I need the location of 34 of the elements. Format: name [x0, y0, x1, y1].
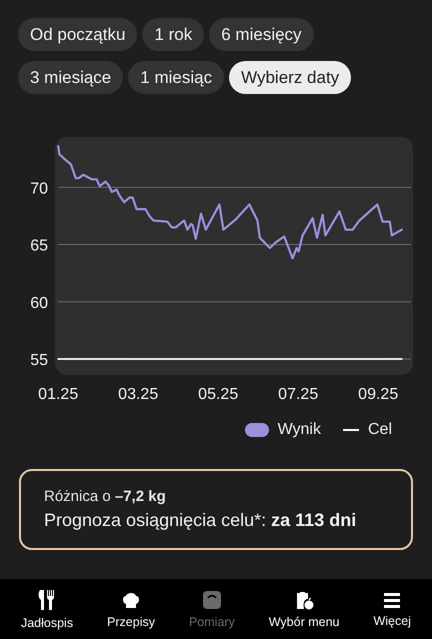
- x-tick-label: 07.25: [278, 386, 318, 403]
- nav-item[interactable]: Jadłospis: [20, 588, 74, 630]
- y-tick-label: 60: [30, 294, 48, 312]
- legend-label: Cel: [368, 421, 392, 439]
- x-tick-label: 09.25: [358, 386, 398, 403]
- filter-chip[interactable]: Od początku: [18, 18, 138, 51]
- filter-chip[interactable]: 6 miesięcy: [209, 18, 314, 51]
- menu-icon: [383, 590, 402, 608]
- y-tick-label: 55: [30, 352, 48, 369]
- scale-icon: [202, 590, 222, 610]
- difference-text: Różnica o –7,2 kg: [44, 488, 167, 505]
- nav-label: Pomiary: [188, 614, 235, 628]
- nav-label: Więcej: [373, 614, 411, 628]
- cutlery-icon: [38, 588, 56, 610]
- legend-label: Wynik: [278, 421, 321, 439]
- forecast-text: Prognoza osiągnięcia celu*: za 113 dni: [44, 510, 358, 531]
- x-tick-label: 03.25: [118, 386, 158, 403]
- nav-item[interactable]: Przepisy: [107, 590, 155, 628]
- filter-chip[interactable]: 3 miesiące: [18, 61, 124, 94]
- nav-label: Wybór menu: [268, 614, 340, 628]
- legend-swatch: [244, 423, 269, 437]
- nav-item[interactable]: Pomiary: [188, 590, 235, 628]
- nav-label: Jadłospis: [20, 616, 74, 630]
- y-tick-label: 65: [30, 238, 48, 255]
- nav-label: Przepisy: [107, 614, 155, 628]
- x-tick-label: 05.25: [198, 386, 238, 403]
- filter-chip[interactable]: 1 miesiąc: [128, 61, 224, 94]
- y-tick-label: 70: [30, 180, 48, 198]
- clipboard-apple-icon: [294, 590, 314, 610]
- filter-chip[interactable]: 1 rok: [142, 18, 204, 51]
- nav-item[interactable]: Wybór menu: [268, 590, 340, 628]
- x-tick-label: 01.25: [38, 386, 78, 403]
- filter-chip[interactable]: Wybierz daty: [229, 61, 352, 94]
- nav-item[interactable]: Więcej: [373, 590, 411, 628]
